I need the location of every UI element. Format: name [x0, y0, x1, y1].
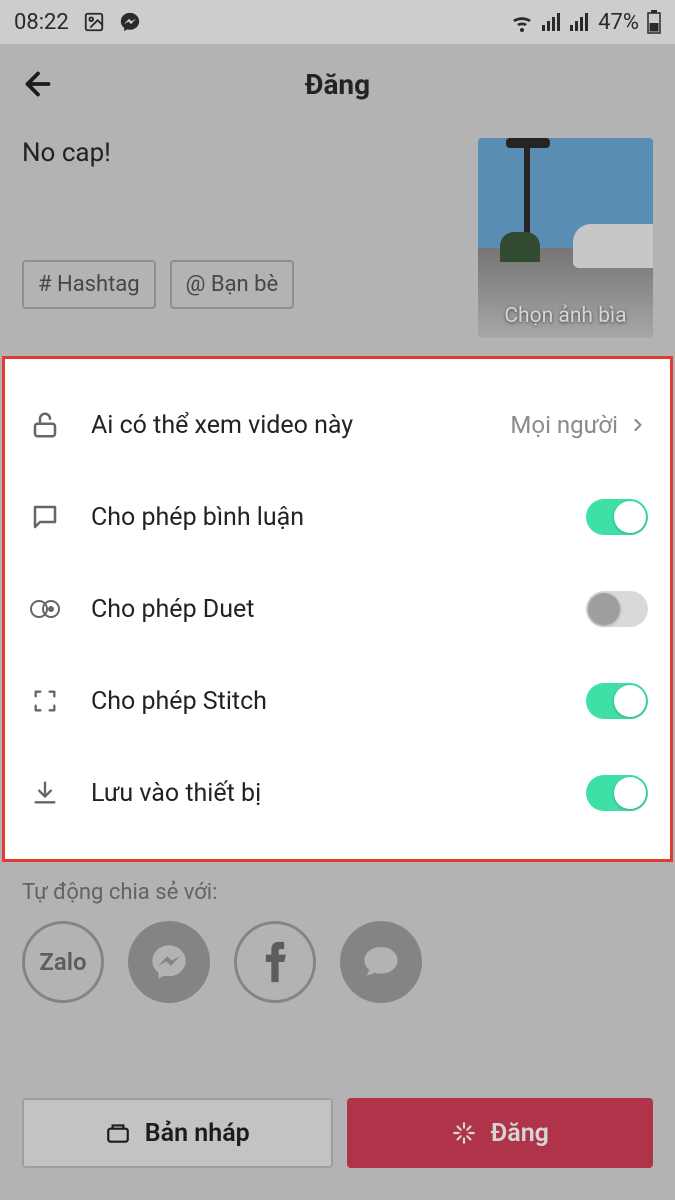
privacy-row[interactable]: Ai có thể xem video này Mọi người — [27, 379, 648, 471]
duet-toggle[interactable] — [586, 591, 648, 627]
stitch-row: Cho phép Stitch — [27, 655, 648, 747]
privacy-label: Ai có thể xem video này — [91, 411, 510, 440]
hashtag-button[interactable]: # Hashtag — [22, 260, 156, 309]
share-messenger[interactable] — [128, 921, 210, 1003]
post-options-panel: Ai có thể xem video này Mọi người Cho ph… — [2, 356, 673, 862]
comment-icon — [27, 499, 63, 535]
download-icon — [27, 775, 63, 811]
stitch-icon — [27, 683, 63, 719]
share-facebook[interactable] — [234, 921, 316, 1003]
caption-input[interactable]: No cap! — [22, 138, 462, 248]
comments-label: Cho phép bình luận — [91, 503, 586, 532]
cover-label: Chọn ảnh bìa — [478, 304, 653, 328]
share-zalo[interactable]: Zalo — [22, 921, 104, 1003]
share-message[interactable] — [340, 921, 422, 1003]
gallery-icon — [83, 11, 105, 33]
unlock-icon — [27, 407, 63, 443]
bottom-bar: Bản nháp Đăng — [0, 1098, 675, 1168]
privacy-value: Mọi người — [510, 411, 618, 439]
status-bar: 08:22 47% — [0, 0, 675, 44]
battery-percent: 47% — [598, 10, 639, 35]
page-title: Đăng — [305, 68, 370, 101]
messenger-icon — [119, 11, 141, 33]
signal-icon-2 — [570, 13, 590, 31]
cover-thumbnail[interactable]: Chọn ảnh bìa — [478, 138, 653, 338]
duet-label: Cho phép Duet — [91, 595, 586, 624]
status-time: 08:22 — [14, 10, 69, 35]
stitch-toggle[interactable] — [586, 683, 648, 719]
battery-icon — [647, 10, 661, 34]
comments-toggle[interactable] — [586, 499, 648, 535]
chevron-right-icon — [628, 415, 648, 435]
sparkle-icon — [451, 1120, 477, 1146]
compose-area: No cap! # Hashtag @ Bạn bè Chọn ảnh bìa — [0, 124, 675, 356]
comments-row: Cho phép bình luận — [27, 471, 648, 563]
duet-icon — [27, 591, 63, 627]
post-button[interactable]: Đăng — [347, 1098, 654, 1168]
wifi-icon — [510, 12, 534, 32]
draft-icon — [105, 1120, 131, 1146]
draft-button[interactable]: Bản nháp — [22, 1098, 333, 1168]
save-label: Lưu vào thiết bị — [91, 779, 586, 808]
draft-label: Bản nháp — [145, 1119, 250, 1148]
save-toggle[interactable] — [586, 775, 648, 811]
post-label: Đăng — [491, 1119, 549, 1148]
stitch-label: Cho phép Stitch — [91, 687, 586, 716]
page-header: Đăng — [0, 44, 675, 124]
duet-row: Cho phép Duet — [27, 563, 648, 655]
mention-button[interactable]: @ Bạn bè — [170, 260, 295, 309]
back-button[interactable] — [20, 66, 56, 102]
signal-icon — [542, 13, 562, 31]
share-label: Tự động chia sẻ với: — [22, 880, 653, 905]
share-section: Tự động chia sẻ với: Zalo — [0, 862, 675, 1003]
save-row: Lưu vào thiết bị — [27, 747, 648, 839]
